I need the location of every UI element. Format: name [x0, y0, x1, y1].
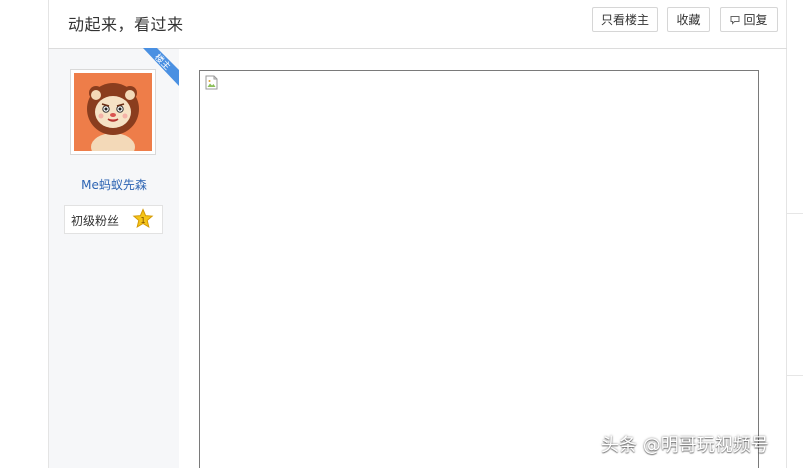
source-watermark: 头条 @明哥玩视频号: [601, 435, 769, 456]
only-op-button[interactable]: 只看楼主: [592, 7, 658, 32]
comment-icon: [730, 15, 740, 25]
broken-image-icon: [205, 75, 218, 90]
post-title: 动起来，看过来: [68, 15, 184, 34]
level-number: 1: [140, 216, 145, 225]
fan-level-title: 初级粉丝: [71, 214, 120, 228]
reply-label: 回复: [743, 13, 768, 27]
only-op-label: 只看楼主: [600, 13, 649, 27]
side-divider-top: [787, 213, 803, 214]
lion-avatar-icon: [74, 73, 152, 151]
star-icon: 1: [132, 208, 154, 230]
favorite-button[interactable]: 收藏: [667, 7, 710, 32]
page-right-border: [786, 0, 787, 468]
favorite-label: 收藏: [676, 13, 701, 27]
post-page: 动起来，看过来 只看楼主 收藏 回复 Me蚂蚁先森 初级粉丝 1 楼主 头条 @…: [0, 0, 803, 468]
author-name-link[interactable]: Me蚂蚁先森: [49, 176, 179, 193]
reply-button[interactable]: 回复: [720, 7, 778, 32]
post-content-image[interactable]: [199, 70, 759, 468]
side-divider-bottom: [787, 375, 803, 376]
fan-level-badge: 初级粉丝 1: [64, 205, 163, 234]
op-corner-ribbon: 楼主: [143, 48, 179, 86]
